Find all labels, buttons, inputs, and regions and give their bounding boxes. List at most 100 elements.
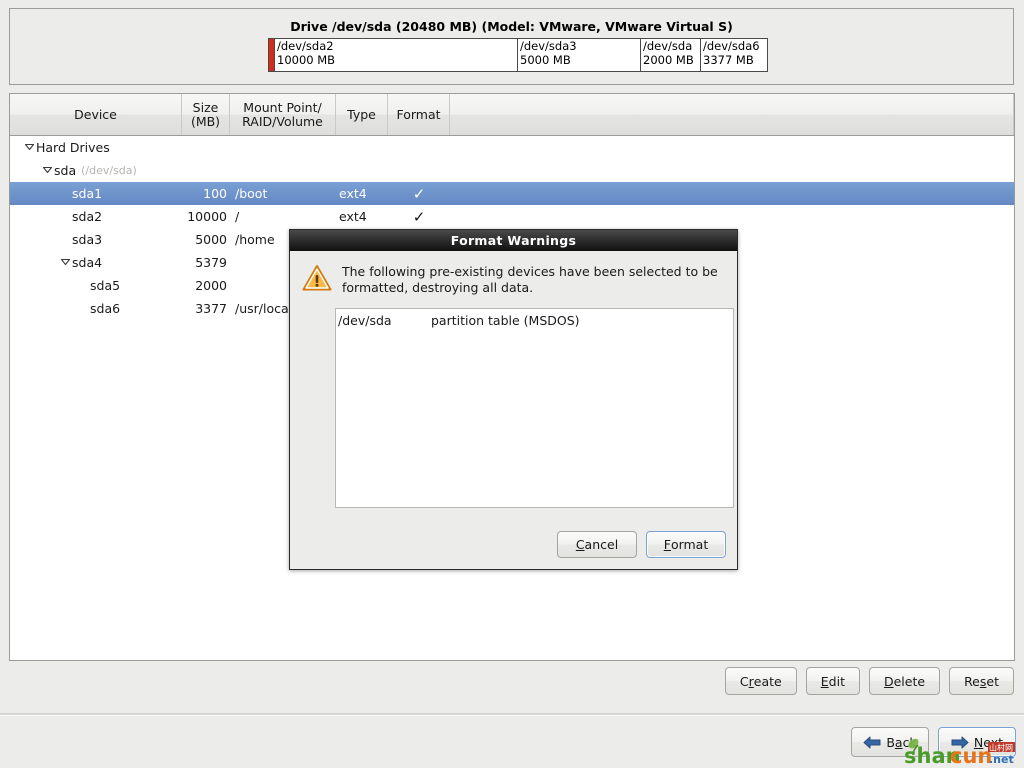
drive-partition-segment[interactable]: /dev/sda3 5000 MB (518, 39, 641, 71)
cell-size: 10000 (187, 209, 227, 224)
expander-triangle-icon[interactable] (58, 256, 72, 267)
table-row[interactable]: sda (/dev/sda) (10, 159, 1014, 182)
device-name: sda6 (90, 301, 121, 316)
create-label-pre: C (739, 673, 749, 689)
format-warnings-dialog: Format Warnings The following pre-existi… (289, 229, 738, 570)
column-header-device[interactable]: Device (10, 94, 182, 135)
table-row[interactable]: Hard Drives (10, 136, 1014, 159)
delete-label-post: elete (893, 673, 926, 689)
edit-label-post: dit (828, 673, 845, 689)
drive-summary-panel: Drive /dev/sda (20480 MB) (Model: VMware… (9, 8, 1014, 85)
table-row[interactable]: sda1 100/boot ext4 ✓ (10, 182, 1014, 205)
drive-partition-name: /dev/sda6 (703, 39, 760, 53)
next-button[interactable]: Next (938, 727, 1016, 757)
cell-device: sda4 (10, 255, 182, 270)
delete-button[interactable]: Delete (868, 667, 941, 695)
cell-type: ext4 (339, 186, 367, 201)
cell-format-check: ✓ (412, 184, 426, 203)
reset-button[interactable]: Re s et (949, 667, 1014, 695)
cell-type: ext4 (339, 209, 367, 224)
cell-device: Hard Drives (10, 140, 182, 155)
cell-device: sda5 (10, 278, 182, 293)
dialog-message: The following pre-existing devices have … (342, 264, 718, 295)
drive-partition-size: 5000 MB (520, 52, 571, 67)
format-label-post: ormat (670, 537, 709, 552)
drive-title: Drive /dev/sda (20480 MB) (Model: VMware… (290, 19, 733, 34)
cancel-label-key: C (575, 537, 585, 552)
column-header-mount-line1: Mount Point/ (243, 99, 322, 115)
edit-label-key: E (820, 673, 829, 689)
table-row[interactable]: sda2 10000 / ext4 ✓ (10, 205, 1014, 228)
device-name: sda2 (72, 209, 103, 224)
dialog-button-row: Cancel Format (557, 531, 726, 558)
back-label-key: a (894, 734, 903, 750)
dialog-device-list[interactable]: /dev/sda partition table (MSDOS) (335, 308, 734, 508)
device-name: sda4 (72, 255, 103, 270)
delete-label-key: D (883, 673, 894, 689)
format-label-key: F (663, 537, 671, 552)
list-item-description: partition table (MSDOS) (431, 313, 580, 328)
drive-partition-size: 2000 MB (643, 52, 694, 67)
column-header-type[interactable]: Type (336, 94, 388, 135)
drive-partition-name: /dev/sda2 (277, 39, 334, 53)
device-path: (/dev/sda) (81, 164, 137, 177)
device-name: sda1 (72, 186, 103, 201)
create-label-post: eate (753, 673, 782, 689)
list-item[interactable]: /dev/sda partition table (MSDOS) (338, 312, 733, 329)
footer-separator (0, 713, 1024, 716)
cell-size: 5000 (195, 232, 227, 247)
cell-size: 3377 (195, 301, 227, 316)
drive-partition-bar[interactable]: /dev/sda2 10000 MB/dev/sda3 5000 MB/dev/sd… (268, 38, 768, 72)
drive-partition-name: /dev/sda (643, 39, 693, 53)
drive-partition-segment[interactable]: /dev/sda 2000 MB (641, 39, 701, 71)
reset-label-post: et (986, 673, 999, 689)
dialog-titlebar: Format Warnings (290, 230, 737, 251)
column-header-mountpoint[interactable]: Mount Point/ RAID/Volume (230, 94, 336, 135)
drive-partition-segment[interactable]: /dev/sda2 10000 MB (275, 39, 518, 71)
cell-mountpoint: / (235, 209, 240, 224)
expander-triangle-icon[interactable] (40, 164, 54, 175)
cell-device: sda6 (10, 301, 182, 316)
list-item-device: /dev/sda (338, 313, 392, 328)
cell-size: 5379 (195, 255, 227, 270)
expander-triangle-icon[interactable] (22, 141, 36, 152)
column-header-filler (450, 94, 1014, 135)
cell-device: sda3 (10, 232, 182, 247)
next-label: Next (974, 735, 1003, 750)
cell-format-check: ✓ (412, 207, 426, 226)
wizard-navigation: Back Next (0, 723, 1024, 761)
cell-device: sda2 (10, 209, 182, 224)
dialog-title: Format Warnings (450, 233, 577, 248)
reset-label-pre: Re (964, 673, 980, 689)
cell-size: 100 (203, 186, 227, 201)
drive-partition-segment[interactable]: /dev/sda6 3377 MB (701, 39, 767, 71)
dialog-cancel-button[interactable]: Cancel (557, 531, 637, 558)
cancel-label-post: ancel (584, 537, 619, 552)
column-header-size-line2: (MB) (190, 113, 221, 129)
next-label-key: N (973, 734, 984, 750)
partition-action-buttons: Cr eate Edit Delete Re s et (0, 666, 1024, 696)
warning-icon (302, 263, 332, 294)
next-label-post: ext (983, 734, 1004, 750)
back-label-post: ck (902, 734, 917, 750)
column-header-size-line1: Size (192, 99, 219, 115)
column-header-mount-line2: RAID/Volume (242, 113, 323, 129)
drive-partition-size: 10000 MB (277, 52, 336, 67)
table-header-row: Device Size (MB) Mount Point/ RAID/Volum… (10, 94, 1014, 136)
column-header-size[interactable]: Size (MB) (182, 94, 230, 135)
column-header-format[interactable]: Format (388, 94, 450, 135)
create-button[interactable]: Cr eate (724, 667, 797, 695)
dialog-format-button[interactable]: Format (646, 531, 726, 558)
cell-size: 2000 (195, 278, 227, 293)
device-name: sda (54, 163, 77, 178)
edit-button[interactable]: Edit (805, 667, 860, 695)
cell-mountpoint: /boot (235, 186, 268, 201)
dialog-body: The following pre-existing devices have … (290, 251, 737, 508)
back-button[interactable]: Back (851, 727, 929, 757)
device-name: Hard Drives (36, 140, 110, 155)
cell-device: sda1 (10, 186, 182, 201)
device-name: sda5 (90, 278, 121, 293)
device-name: sda3 (72, 232, 103, 247)
cell-device: sda (/dev/sda) (10, 163, 182, 178)
arrow-right-icon (951, 736, 969, 749)
